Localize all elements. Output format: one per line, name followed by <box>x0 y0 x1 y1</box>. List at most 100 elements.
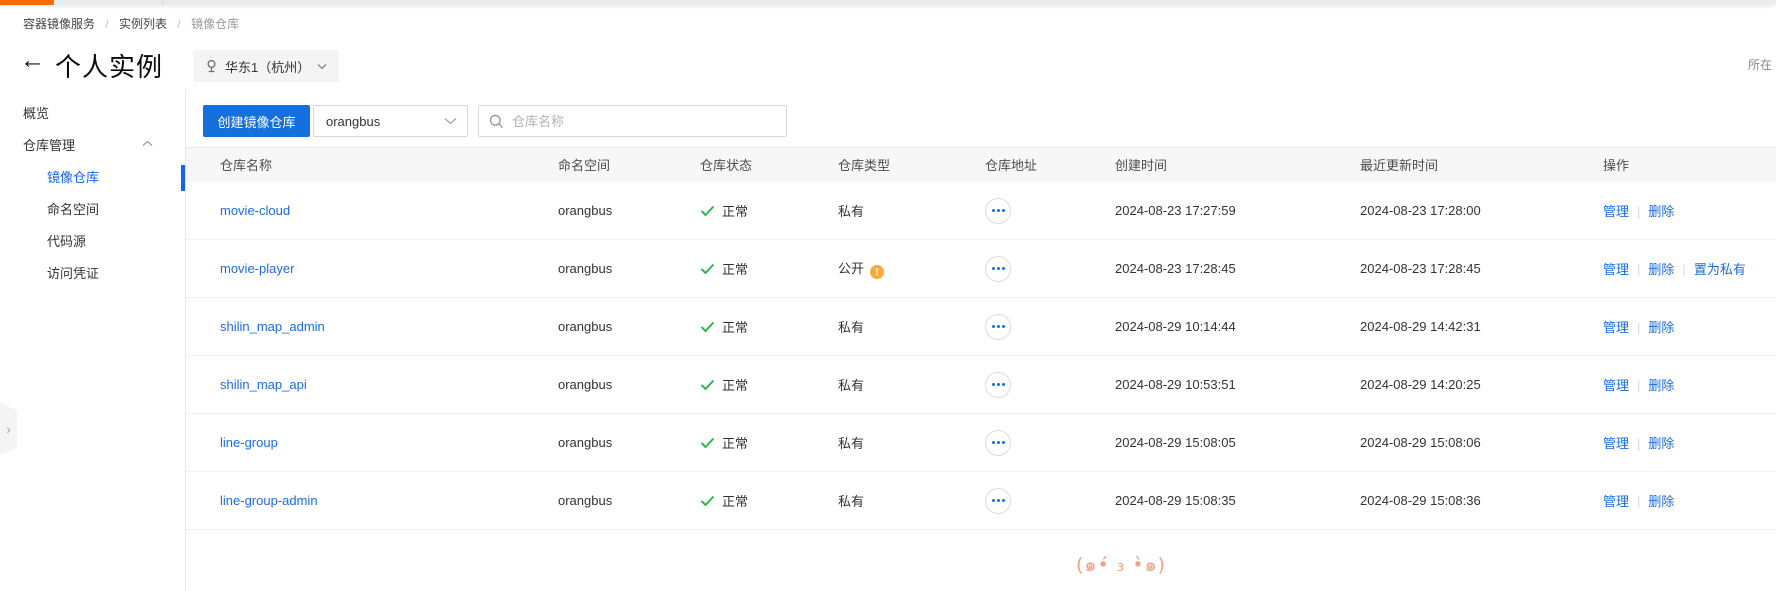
repo-name-link[interactable]: line-group-admin <box>220 493 318 508</box>
chevron-right-icon: › <box>6 422 10 437</box>
breadcrumb-item-current: 镜像仓库 <box>191 17 239 31</box>
status-label: 正常 <box>722 375 748 394</box>
repo-address-more-button[interactable] <box>985 372 1011 398</box>
created-time: 2024-08-23 17:28:45 <box>1115 261 1360 276</box>
sidebar-item-label: 代码源 <box>47 234 86 249</box>
updated-time: 2024-08-29 14:20:25 <box>1360 377 1603 392</box>
create-repo-button[interactable]: 创建镜像仓库 <box>203 105 310 137</box>
delete-link[interactable]: 删除 <box>1648 262 1674 277</box>
created-time: 2024-08-29 15:08:35 <box>1115 493 1360 508</box>
search-input[interactable] <box>512 114 776 129</box>
updated-time: 2024-08-23 17:28:45 <box>1360 261 1603 276</box>
sidebar-item-label: 命名空间 <box>47 202 99 217</box>
search-icon <box>489 114 504 129</box>
repo-name-link[interactable]: shilin_map_admin <box>220 319 325 334</box>
manage-link[interactable]: 管理 <box>1603 494 1629 509</box>
table-row: line-group-admin orangbus 正常 私有 2024-08-… <box>186 472 1776 530</box>
col-status: 仓库状态 <box>700 148 838 182</box>
namespace-value: orangbus <box>558 435 700 450</box>
loading-emoticon: (๑•́ ₃ •̀๑) <box>1076 550 1166 580</box>
delete-link[interactable]: 删除 <box>1648 494 1674 509</box>
repo-address-more-button[interactable] <box>985 256 1011 282</box>
sidebar-group-repo-management[interactable]: 仓库管理 <box>0 130 185 162</box>
manage-link[interactable]: 管理 <box>1603 262 1629 277</box>
sidebar-item-overview[interactable]: 概览 <box>0 98 185 130</box>
set-private-link[interactable]: 置为私有 <box>1694 262 1746 277</box>
repo-name-link[interactable]: movie-cloud <box>220 203 290 218</box>
table-row: movie-cloud orangbus 正常 私有 2024-08-23 17… <box>186 182 1776 240</box>
table-header: 仓库名称 命名空间 仓库状态 仓库类型 仓库地址 创建时间 最近更新时间 操作 <box>186 147 1776 182</box>
active-item-indicator <box>181 165 185 191</box>
sidebar-group-label: 仓库管理 <box>23 138 75 153</box>
action-separator: | <box>1637 204 1640 219</box>
delete-link[interactable]: 删除 <box>1648 204 1674 219</box>
manage-link[interactable]: 管理 <box>1603 378 1629 393</box>
table-row: movie-player orangbus 正常 公开! 2024-08-23 … <box>186 240 1776 298</box>
toolbar: 创建镜像仓库 orangbus <box>186 105 1776 137</box>
action-separator: | <box>1637 378 1640 393</box>
col-namespace: 命名空间 <box>558 148 700 182</box>
action-separator: | <box>1637 494 1640 509</box>
sidebar-item-label: 概览 <box>23 106 49 121</box>
repo-address-more-button[interactable] <box>985 488 1011 514</box>
chevron-down-icon <box>317 63 327 70</box>
repo-search-box[interactable] <box>478 105 787 137</box>
location-pin-icon <box>205 59 218 73</box>
breadcrumb-item-instances[interactable]: 实例列表 <box>119 17 167 31</box>
tab-separator <box>162 0 163 5</box>
back-arrow-icon[interactable]: ← <box>20 48 45 73</box>
sidebar-item-access-credentials[interactable]: 访问凭证 <box>0 258 185 290</box>
status-check-icon <box>700 379 715 391</box>
breadcrumb-item-service[interactable]: 容器镜像服务 <box>23 17 95 31</box>
col-type: 仓库类型 <box>838 148 985 182</box>
repo-type: 私有 <box>838 491 985 510</box>
delete-link[interactable]: 删除 <box>1648 436 1674 451</box>
repo-address-more-button[interactable] <box>985 198 1011 224</box>
breadcrumb-separator: / <box>177 17 180 31</box>
top-tab-strip <box>0 0 1776 5</box>
manage-link[interactable]: 管理 <box>1603 320 1629 335</box>
sidebar-item-code-source[interactable]: 代码源 <box>0 226 185 258</box>
repo-type: 私有 <box>838 433 985 452</box>
namespace-selected-value: orangbus <box>326 114 444 129</box>
region-selector[interactable]: 华东1（杭州） <box>193 50 339 82</box>
sidebar-item-namespaces[interactable]: 命名空间 <box>0 194 185 226</box>
status-label: 正常 <box>722 201 748 220</box>
col-actions: 操作 <box>1603 148 1776 182</box>
namespace-value: orangbus <box>558 319 700 334</box>
table-row: shilin_map_admin orangbus 正常 私有 2024-08-… <box>186 298 1776 356</box>
status-label: 正常 <box>722 491 748 510</box>
namespace-value: orangbus <box>558 377 700 392</box>
sidebar: 概览 仓库管理 镜像仓库 命名空间 代码源 访问凭证 <box>0 90 186 591</box>
action-separator: | <box>1637 262 1640 277</box>
repo-table: 仓库名称 命名空间 仓库状态 仓库类型 仓库地址 创建时间 最近更新时间 操作 … <box>186 147 1776 530</box>
delete-link[interactable]: 删除 <box>1648 320 1674 335</box>
repo-name-link[interactable]: line-group <box>220 435 278 450</box>
sidebar-item-image-repos[interactable]: 镜像仓库 <box>0 162 185 194</box>
status-check-icon <box>700 321 715 333</box>
sidebar-item-label: 访问凭证 <box>47 266 99 281</box>
breadcrumb-separator: / <box>105 17 108 31</box>
repo-address-more-button[interactable] <box>985 430 1011 456</box>
status-label: 正常 <box>722 317 748 336</box>
manage-link[interactable]: 管理 <box>1603 436 1629 451</box>
created-time: 2024-08-23 17:27:59 <box>1115 203 1360 218</box>
namespace-value: orangbus <box>558 203 700 218</box>
panel-expand-handle[interactable]: › <box>0 403 17 455</box>
repo-type: 私有 <box>838 201 985 220</box>
repo-address-more-button[interactable] <box>985 314 1011 340</box>
namespace-select[interactable]: orangbus <box>313 105 468 137</box>
repo-name-link[interactable]: shilin_map_api <box>220 377 307 392</box>
status-label: 正常 <box>722 433 748 452</box>
public-warning-icon[interactable]: ! <box>870 265 884 279</box>
repo-type: 私有 <box>838 375 985 394</box>
status-label: 正常 <box>722 259 748 278</box>
page-title: 个人实例 <box>55 47 163 84</box>
updated-time: 2024-08-29 15:08:36 <box>1360 493 1603 508</box>
repo-name-link[interactable]: movie-player <box>220 261 294 276</box>
status-check-icon <box>700 437 715 449</box>
main-content: 创建镜像仓库 orangbus 仓库名称 命名空间 仓库状态 仓库类型 仓库地址… <box>186 90 1776 591</box>
delete-link[interactable]: 删除 <box>1648 378 1674 393</box>
manage-link[interactable]: 管理 <box>1603 204 1629 219</box>
created-time: 2024-08-29 10:53:51 <box>1115 377 1360 392</box>
